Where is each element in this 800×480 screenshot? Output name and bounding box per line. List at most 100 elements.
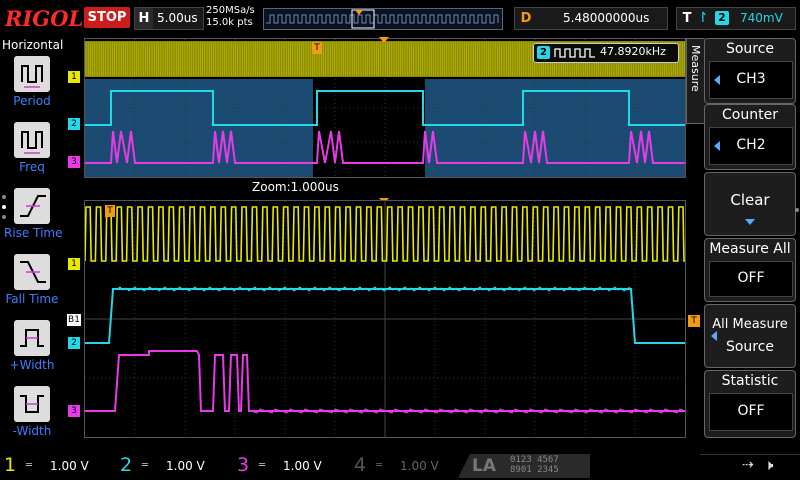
trigger-level-marker[interactable]: T — [688, 315, 700, 327]
period-icon — [14, 56, 50, 92]
source-title: Source — [725, 41, 775, 57]
trigger-source-badge: 2 — [715, 11, 729, 25]
rise-time-label: Rise Time — [4, 226, 63, 240]
memory-depth: 15.0k pts — [206, 17, 253, 28]
ch3-number: 3 — [237, 454, 250, 476]
ch1-zoom-marker[interactable]: 1 — [68, 258, 80, 270]
sample-rate: 250MSa/s — [206, 5, 255, 16]
main-center-marker — [379, 37, 389, 43]
menu-statistic[interactable]: Statistic OFF — [704, 370, 796, 438]
statistic-value: OFF — [737, 403, 765, 419]
freq-label: Freq — [19, 160, 45, 174]
rise-time-icon — [14, 188, 50, 224]
all-measure-line1: All Measure — [712, 317, 788, 332]
la-channels: 0123 4567 8901 2345 — [510, 455, 559, 475]
measure-all-value-box[interactable]: OFF — [709, 261, 793, 297]
frequency-icon — [14, 122, 50, 158]
trigger-label: T — [682, 11, 692, 26]
trigger-level: 740mV — [740, 11, 783, 25]
system-status: ⇢ 🕨 — [700, 454, 800, 479]
ch1-main-marker[interactable]: 1 — [68, 71, 80, 83]
right-scroll-dot — [795, 208, 799, 212]
positive-width-icon — [14, 320, 50, 356]
clear-down-arrow-icon — [745, 219, 755, 225]
ch1-number: 1 — [4, 454, 17, 476]
negative-width-icon — [14, 386, 50, 422]
square-wave-icon — [554, 48, 595, 58]
rigol-logo: RIGOL — [5, 6, 84, 31]
memory-position-track[interactable] — [263, 8, 503, 30]
counter-channel-badge: 2 — [537, 46, 550, 59]
counter-value-menu: CH2 — [736, 137, 766, 153]
counter-value-box[interactable]: CH2 — [709, 127, 793, 165]
measure-freq-button[interactable]: Freq — [4, 122, 60, 174]
ch3-scale: 1.00 V — [283, 459, 322, 473]
measure-all-value: OFF — [737, 270, 765, 286]
fall-time-label: Fall Time — [5, 292, 59, 306]
ch2-noise-zoom — [115, 286, 631, 292]
measure-tab-label: Measure — [689, 45, 702, 92]
clear-label: Clear — [730, 191, 770, 209]
ch1-dc-coupling-icon: ═ — [26, 460, 33, 471]
memory-waveform-preview — [266, 14, 499, 24]
horizontal-panel-title: Horizontal — [2, 38, 64, 52]
ch2-main-marker[interactable]: 2 — [68, 118, 80, 130]
zoom-trigger-marker: T — [105, 205, 115, 217]
ch3-dc-coupling-icon: ═ — [259, 460, 266, 471]
measure-fall-time-button[interactable]: Fall Time — [4, 254, 60, 306]
measure-rise-time-button[interactable]: Rise Time — [4, 188, 63, 240]
menu-clear[interactable]: Clear — [704, 172, 796, 236]
delay-label: D — [520, 11, 532, 26]
memory-trigger-marker — [355, 10, 363, 15]
source-value-box[interactable]: CH3 — [709, 61, 793, 99]
ch3-main-marker[interactable]: 3 — [68, 156, 80, 168]
negative-width-label: -Width — [12, 424, 52, 438]
measure-all-title: Measure All — [709, 241, 791, 257]
ch2-zoom-marker[interactable]: 2 — [68, 337, 80, 349]
ch4-status[interactable]: 4 ═ 1.00 V — [350, 452, 462, 480]
ch4-number: 4 — [354, 454, 367, 476]
statistic-value-box[interactable]: OFF — [709, 393, 793, 431]
memory-window-marker — [351, 9, 375, 29]
zoom-waveform-canvas — [85, 201, 685, 437]
ch3-status[interactable]: 3 ═ 1.00 V — [233, 452, 345, 480]
source-value: CH3 — [736, 71, 766, 87]
ch2-scale: 1.00 V — [166, 459, 205, 473]
frequency-counter-readout[interactable]: 2 47.8920kHz — [533, 43, 679, 63]
counter-title: Counter — [722, 107, 778, 123]
ch3-zoom-marker[interactable]: 3 — [68, 405, 80, 417]
sound-muted-icon[interactable]: 🕨 — [764, 456, 773, 474]
ch2-number: 2 — [120, 454, 133, 476]
ch4-scale: 1.00 V — [400, 459, 439, 473]
all-measure-line2: Source — [725, 339, 775, 355]
measure-menu-tab[interactable]: Measure — [686, 38, 705, 124]
main-waveform-window[interactable]: 2 47.8920kHz — [84, 38, 686, 178]
delay-value: 5.48000000us — [563, 11, 650, 25]
measure-period-button[interactable]: Period — [4, 56, 60, 108]
main-trigger-marker: T — [312, 42, 322, 54]
zoom-waveform-window[interactable]: T — [84, 200, 686, 438]
run-stop-status[interactable]: STOP — [84, 7, 130, 28]
menu-measure-all[interactable]: Measure All OFF — [704, 238, 796, 302]
acquisition-info: 250MSa/s 15.0k pts — [206, 5, 255, 29]
delay-readout[interactable]: D 5.48000000us — [514, 7, 668, 30]
period-label: Period — [13, 94, 51, 108]
measure-negative-width-button[interactable]: -Width — [4, 386, 60, 438]
ch4-dc-coupling-icon: ═ — [376, 460, 383, 471]
menu-all-measure-source[interactable]: All Measure Source — [704, 304, 796, 368]
trigger-readout[interactable]: T ↾ 2 740mV — [676, 7, 796, 30]
la-status[interactable]: LA 0123 4567 8901 2345 — [458, 454, 590, 478]
ch1-status[interactable]: 1 ═ 1.00 V — [0, 452, 112, 480]
horizontal-timebase[interactable]: H 5.00us — [134, 7, 204, 30]
zoom-label: Zoom:1.000us — [252, 180, 339, 194]
timebase-value: 5.00us — [157, 11, 198, 25]
fall-time-icon — [14, 254, 50, 290]
menu-source[interactable]: Source CH3 — [704, 38, 796, 104]
statistic-title: Statistic — [721, 373, 779, 389]
la-channels-row1: 0123 4567 — [510, 455, 559, 465]
menu-counter[interactable]: Counter CH2 — [704, 104, 796, 170]
bus1-marker[interactable]: B1 — [67, 314, 81, 326]
measure-positive-width-button[interactable]: +Width — [4, 320, 60, 372]
counter-value: 47.8920kHz — [600, 45, 666, 58]
ch2-status[interactable]: 2 ═ 1.00 V — [116, 452, 228, 480]
